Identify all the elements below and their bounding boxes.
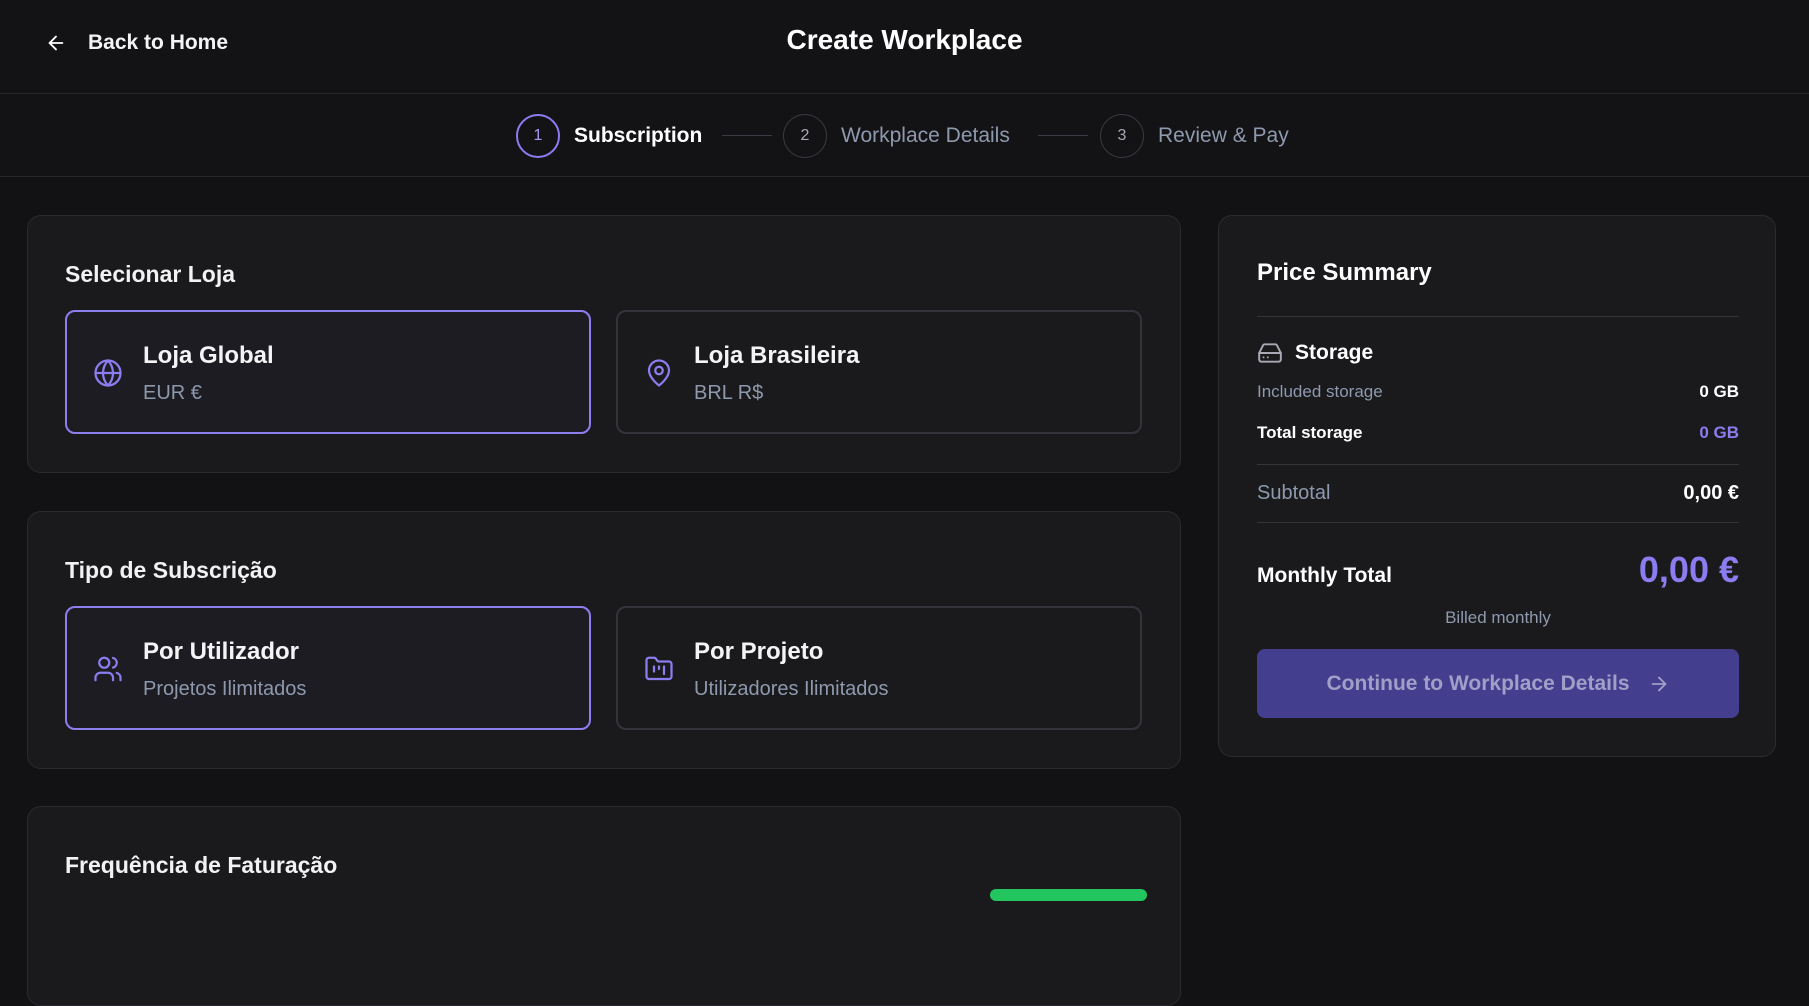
storage-heading-label: Storage (1295, 341, 1374, 364)
step-number: 3 (1100, 114, 1144, 158)
continue-to-workplace-details-button[interactable]: Continue to Workplace Details (1257, 649, 1739, 718)
monthly-total-value: 0,00 € (1638, 549, 1739, 590)
included-storage-row: Included storage 0 GB (1257, 382, 1739, 402)
subscription-type-card: Tipo de Subscrição Por Utilizador Projet… (27, 511, 1181, 769)
included-storage-value: 0 GB (1699, 382, 1739, 401)
step-number: 1 (516, 114, 560, 158)
step-number: 2 (783, 114, 827, 158)
option-title: Por Projeto (694, 638, 824, 665)
divider (1257, 464, 1739, 465)
continue-button-label: Continue to Workplace Details (1326, 671, 1630, 695)
billed-note: Billed monthly (1445, 608, 1551, 627)
option-loja-brasileira[interactable]: Loja Brasileira BRL R$ (616, 310, 1142, 434)
divider (1257, 316, 1739, 317)
step-label: Subscription (574, 124, 703, 147)
subtotal-value: 0,00 € (1683, 482, 1739, 504)
folder-kanban-icon (644, 654, 674, 684)
savings-badge (990, 889, 1147, 901)
option-por-utilizador[interactable]: Por Utilizador Projetos Ilimitados (65, 606, 591, 730)
total-storage-value: 0 GB (1699, 423, 1739, 442)
option-loja-global[interactable]: Loja Global EUR € (65, 310, 591, 434)
option-subtitle: EUR € (143, 382, 202, 404)
store-selection-title: Selecionar Loja (65, 261, 236, 287)
option-por-projeto[interactable]: Por Projeto Utilizadores Ilimitados (616, 606, 1142, 730)
arrow-right-icon (1648, 673, 1670, 695)
price-summary-card: Price Summary Storage Included storage 0… (1218, 215, 1776, 757)
monthly-total-row: Monthly Total 0,00 € (1257, 549, 1739, 591)
option-subtitle: Utilizadores Ilimitados (694, 678, 889, 700)
billing-frequency-title: Frequência de Faturação (65, 852, 338, 878)
storage-heading: Storage (1257, 340, 1739, 366)
top-header: Back to Home Create Workplace (0, 0, 1809, 94)
step-label: Review & Pay (1158, 124, 1289, 147)
step-subscription[interactable]: 1 Subscription (516, 114, 702, 158)
option-title: Por Utilizador (143, 638, 300, 665)
subtotal-row: Subtotal 0,00 € (1257, 482, 1739, 505)
total-storage-row: Total storage 0 GB (1257, 423, 1739, 443)
option-subtitle: BRL R$ (694, 382, 764, 404)
step-label: Workplace Details (841, 124, 1010, 147)
billing-frequency-card: Frequência de Faturação (27, 806, 1181, 1006)
total-storage-label: Total storage (1257, 423, 1363, 442)
progress-stepper: 1 Subscription 2 Workplace Details 3 Rev… (0, 95, 1809, 177)
divider (1257, 522, 1739, 523)
store-selection-card: Selecionar Loja Loja Global EUR € Loja B… (27, 215, 1181, 473)
step-connector (722, 135, 772, 136)
included-storage-label: Included storage (1257, 382, 1383, 401)
monthly-total-label: Monthly Total (1257, 564, 1392, 587)
option-title: Loja Global (143, 342, 274, 369)
globe-icon (93, 358, 123, 388)
option-subtitle: Projetos Ilimitados (143, 678, 307, 700)
option-title: Loja Brasileira (694, 342, 860, 369)
page-title: Create Workplace (786, 24, 1023, 55)
subtotal-label: Subtotal (1257, 482, 1331, 504)
step-connector (1038, 135, 1088, 136)
step-workplace-details[interactable]: 2 Workplace Details (783, 114, 1010, 158)
hard-drive-icon (1257, 340, 1283, 366)
subscription-type-title: Tipo de Subscrição (65, 557, 277, 583)
users-icon (93, 654, 123, 684)
map-pin-icon (644, 358, 674, 388)
step-review-pay[interactable]: 3 Review & Pay (1100, 114, 1289, 158)
price-summary-title: Price Summary (1257, 259, 1432, 286)
